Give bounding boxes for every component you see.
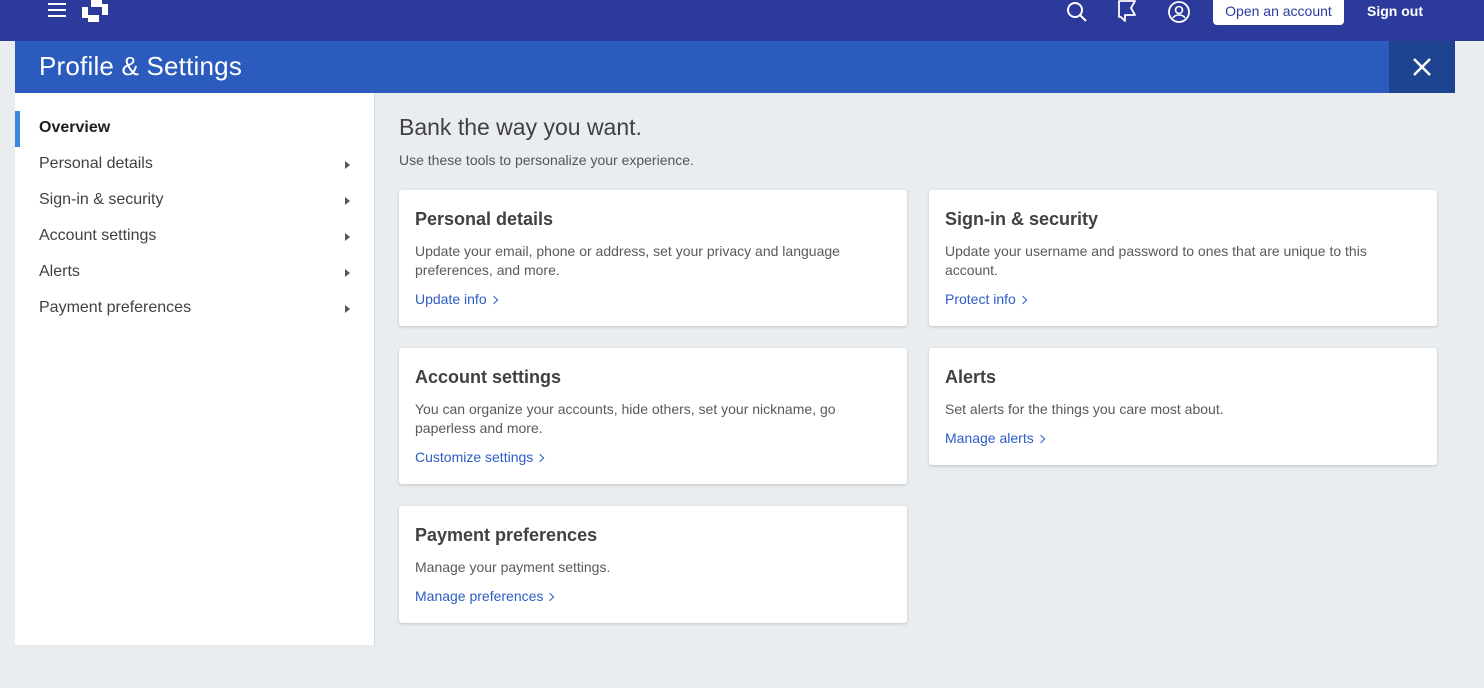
card-title: Alerts [945,367,997,387]
sidebar-item-label: Alerts [39,263,80,280]
caret-right-icon [345,269,350,277]
update-info-link[interactable]: Update info [415,291,498,307]
link-label: Manage preferences [415,588,544,604]
chevron-right-icon [1036,434,1045,444]
card-title: Account settings [415,367,562,387]
main-subheading: Use these tools to personalize your expe… [399,152,694,168]
sidebar-item-personal-details[interactable]: Personal details [15,147,374,183]
top-navigation-bar: Open an account Sign out [0,0,1484,41]
chase-logo[interactable] [82,0,108,22]
manage-preferences-link[interactable]: Manage preferences [415,588,555,604]
link-label: Update info [415,291,487,307]
card-description: Update your username and password to one… [945,243,1367,278]
card-title: Sign-in & security [945,209,1099,229]
close-icon [1413,58,1431,76]
card-description: You can organize your accounts, hide oth… [415,401,836,436]
sidebar-item-overview[interactable]: Overview [15,111,374,147]
sidebar-item-sign-in-security[interactable]: Sign-in & security [15,183,374,219]
chat-icon[interactable] [1117,0,1139,22]
card-title: Payment preferences [415,525,598,545]
sidebar-item-account-settings[interactable]: Account settings [15,219,374,255]
profile-icon[interactable] [1167,0,1191,24]
manage-alerts-link[interactable]: Manage alerts [945,430,1045,446]
link-label: Customize settings [415,449,534,465]
main-heading: Bank the way you want. [399,114,642,140]
sign-out-button[interactable]: Sign out [1360,0,1430,24]
caret-right-icon [345,197,350,205]
search-icon[interactable] [1066,1,1088,23]
sidebar: Overview Personal details Sign-in & secu… [15,93,375,645]
chevron-right-icon [489,295,498,305]
sidebar-item-label: Overview [39,119,111,136]
sidebar-item-label: Personal details [39,155,153,172]
sidebar-item-label: Sign-in & security [39,191,164,208]
link-label: Manage alerts [945,430,1034,446]
page-title: Profile & Settings [39,51,243,81]
card-sign-in-security: Sign-in & security Update your username … [929,190,1437,326]
caret-right-icon [345,305,350,313]
card-description: Set alerts for the things you care most … [945,401,1224,417]
card-description: Manage your payment settings. [415,559,611,575]
active-indicator [15,111,20,147]
card-account-settings: Account settings You can organize your a… [399,348,907,484]
card-personal-details: Personal details Update your email, phon… [399,190,907,326]
caret-right-icon [345,161,350,169]
sidebar-item-label: Payment preferences [39,299,192,316]
sidebar-item-label: Account settings [39,227,157,244]
open-account-button[interactable]: Open an account [1213,0,1344,25]
caret-right-icon [345,233,350,241]
chevron-right-icon [536,453,545,463]
protect-info-link[interactable]: Protect info [945,291,1028,307]
chevron-right-icon [546,592,555,602]
customize-settings-link[interactable]: Customize settings [415,449,545,465]
link-label: Protect info [945,291,1016,307]
card-alerts: Alerts Set alerts for the things you car… [929,348,1437,465]
card-payment-preferences: Payment preferences Manage your payment … [399,506,907,623]
close-button[interactable] [1389,41,1455,93]
card-description: Update your email, phone or address, set… [415,243,840,278]
sidebar-item-alerts[interactable]: Alerts [15,255,374,291]
page-header: Profile & Settings [15,41,1389,93]
chevron-right-icon [1018,295,1028,305]
card-title: Personal details [415,209,554,229]
sidebar-item-payment-preferences[interactable]: Payment preferences [15,291,374,327]
menu-icon[interactable] [48,3,66,19]
